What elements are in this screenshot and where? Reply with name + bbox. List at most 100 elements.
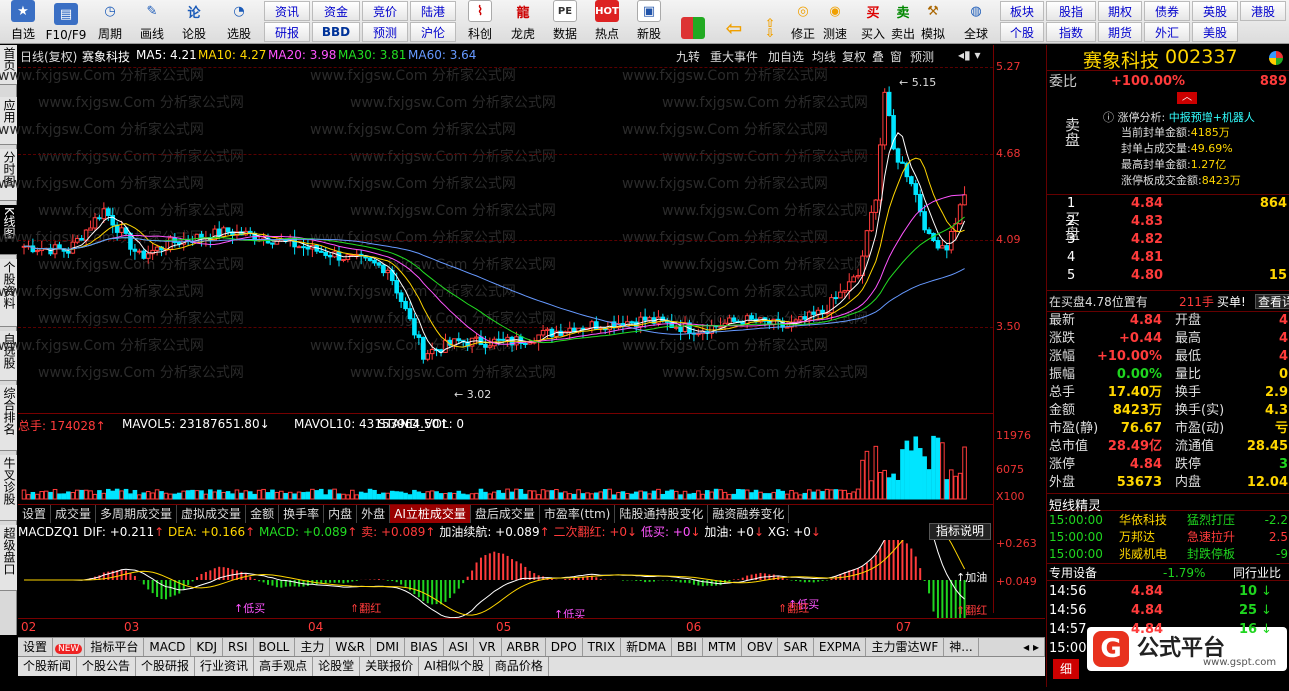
indicator-explain-button[interactable]: 指标说明 [929, 523, 992, 540]
news-tab-expert[interactable]: 高手观点 [254, 657, 314, 676]
ind-tab-expma[interactable]: EXPMA [814, 638, 867, 657]
ind-tab-new-dma[interactable]: 新DMA [621, 638, 672, 657]
vol-tab-outer[interactable]: 外盘 [357, 505, 391, 523]
grid-us[interactable]: 美股 [1192, 22, 1238, 42]
news-tab-forum[interactable]: 论股堂 [313, 657, 361, 676]
ind-tab-kdj[interactable]: KDJ [191, 638, 223, 657]
vol-tab-margin[interactable]: 融资融券变化 [708, 505, 790, 523]
back-button[interactable]: ⇦ [716, 0, 752, 44]
grid-forecast[interactable]: 预测 [362, 22, 408, 42]
ind-tab-bbi[interactable]: BBI [672, 638, 703, 657]
pick-stock-button[interactable]: ◔ 选股 [218, 0, 260, 44]
star-board-button[interactable]: ⌇ 科创 [460, 0, 500, 44]
news-tab-industry[interactable]: 行业资讯 [195, 657, 255, 676]
draw-button[interactable]: ✎ 画线 [134, 0, 170, 44]
vol-tab-northbound[interactable]: 陆股通持股变化 [615, 505, 709, 523]
ind-tab-main-force[interactable]: 主力 [295, 638, 331, 657]
ind-tab-mtm[interactable]: MTM [703, 638, 742, 657]
vol-tab-after-hours[interactable]: 盘后成交量 [471, 505, 540, 523]
detail-tab[interactable]: 细 [1053, 659, 1079, 679]
global-button[interactable]: ◍ 全球 [956, 0, 996, 44]
tab-diagnosis[interactable]: 牛叉诊股 [0, 455, 17, 521]
new-stock-button[interactable]: ▣ 新股 [630, 0, 668, 44]
chart-nav-icon[interactable]: ◂▮ ▾ [958, 48, 980, 62]
ind-tab-more[interactable]: 神... [944, 638, 979, 657]
correct-button[interactable]: ◎ 修正 [788, 0, 818, 44]
news-tab-stock-news[interactable]: 个股新闻 [18, 657, 78, 676]
ind-tab-macd[interactable]: MACD [144, 638, 192, 657]
data-button[interactable]: PE 数据 [546, 0, 584, 44]
news-tab-commodity[interactable]: 商品价格 [490, 657, 549, 676]
view-detail-button[interactable]: 查看详 [1255, 294, 1289, 309]
grid-index[interactable]: 指数 [1046, 22, 1096, 42]
grid-uk[interactable]: 英股 [1192, 1, 1238, 21]
short-line-row[interactable]: 15:00:00 兆威机电 封跌停板 -9 [1047, 545, 1289, 563]
vol-tab-pe[interactable]: 市盈率(ttm) [540, 505, 616, 523]
vol-tab-multi-period[interactable]: 多周期成交量 [96, 505, 178, 523]
vol-tab-amount[interactable]: 金额 [246, 505, 280, 523]
bid-row[interactable]: 3 4.82 [1047, 231, 1289, 249]
ind-tab-arbr[interactable]: ARBR [502, 638, 546, 657]
simulate-button[interactable]: ⚒ 模拟 [918, 0, 948, 44]
grid-hk[interactable]: 港股 [1240, 1, 1286, 21]
vol-tab-inner[interactable]: 内盘 [324, 505, 358, 523]
news-tab-ai-similar[interactable]: AI相似个股 [419, 657, 490, 676]
ind-tab-vr[interactable]: VR [474, 638, 502, 657]
ind-tab-bias[interactable]: BIAS [405, 638, 444, 657]
ind-tab-rsi[interactable]: RSI [223, 638, 254, 657]
ind-tab-platform[interactable]: 指标平台 [85, 638, 145, 657]
grid-shanghai-london[interactable]: 沪伦 [410, 22, 456, 42]
grid-futures[interactable]: 期货 [1098, 22, 1142, 42]
grid-auction[interactable]: 竞价 [362, 1, 408, 21]
grid-stock[interactable]: 个股 [1000, 22, 1044, 42]
collapse-icon[interactable]: ︿ [1177, 92, 1197, 104]
vol-tab-settings[interactable]: 设置 [18, 505, 52, 523]
vol-tab-virtual[interactable]: 虚拟成交量 [177, 505, 247, 523]
grid-forex[interactable]: 外汇 [1144, 22, 1190, 42]
grid-hk-connect[interactable]: 陆港 [410, 1, 456, 21]
favorites-button[interactable]: ★ 自选 [6, 0, 40, 44]
grid-sector[interactable]: 板块 [1000, 1, 1044, 21]
grid-index-futures[interactable]: 股指 [1046, 1, 1096, 21]
up-down-button[interactable]: ⇧ ⇩ [756, 0, 784, 44]
industry-name[interactable]: 专用设备 [1049, 564, 1097, 582]
ind-tab-dpo[interactable]: DPO [546, 638, 583, 657]
short-line-row[interactable]: 15:00:00 万邦达 急速拉升 2.5 [1047, 528, 1289, 546]
short-line-row[interactable]: 15:00:00 华依科技 猛烈打压 -2.2 [1047, 511, 1289, 529]
layout-button[interactable] [676, 0, 710, 44]
grid-bbd[interactable]: BBD [312, 22, 360, 42]
grid-options[interactable]: 期权 [1098, 1, 1142, 21]
bid-row[interactable]: 1 4.84 864 [1047, 195, 1289, 213]
bid-row[interactable]: 4 4.81 [1047, 249, 1289, 267]
bid-row[interactable]: 2 4.83 [1047, 213, 1289, 231]
ind-tab-asi[interactable]: ASI [444, 638, 475, 657]
news-tab-announce[interactable]: 个股公告 [77, 657, 137, 676]
vol-tab-ai[interactable]: AI立桩成交量 [390, 505, 471, 523]
ind-tab-boll[interactable]: BOLL [254, 638, 296, 657]
tab-scroll-arrows[interactable]: ◂ ▸ [1018, 638, 1045, 657]
ind-tab-sar[interactable]: SAR [778, 638, 814, 657]
f10-button[interactable]: ▤ F10/F9 [44, 0, 88, 44]
ind-tab-dmi[interactable]: DMI [371, 638, 406, 657]
chart-area[interactable]: www.fxjgsw.Com 分析家公式网 www.fxjgsw.Com 分析家公… [0, 45, 1045, 635]
dragon-tiger-button[interactable]: 龍龙虎 [504, 0, 542, 44]
vol-tab-volume[interactable]: 成交量 [51, 505, 97, 523]
pie-icon[interactable] [1269, 51, 1283, 65]
grid-report[interactable]: 研报 [264, 22, 310, 42]
buy-button[interactable]: 买买入 [858, 0, 888, 44]
sell-button[interactable]: 卖卖出 [888, 0, 918, 44]
hotspot-button[interactable]: HOT 热点 [588, 0, 626, 44]
tab-super-book[interactable]: 超级盘口 [0, 525, 17, 591]
bid-row[interactable]: 5 4.80 15 [1047, 267, 1289, 285]
ind-tab-trix[interactable]: TRIX [583, 638, 622, 657]
ind-tab-obv[interactable]: OBV [742, 638, 779, 657]
ind-tab-settings[interactable]: 设置 [18, 638, 54, 657]
vol-tab-turnover[interactable]: 换手率 [279, 505, 325, 523]
grid-news[interactable]: 资讯 [264, 1, 310, 21]
industry-compare-link[interactable]: 同行业比 [1233, 564, 1281, 582]
tab-ranking[interactable]: 综合排名 [0, 385, 17, 451]
news-tab-research[interactable]: 个股研报 [136, 657, 196, 676]
grid-bonds[interactable]: 债券 [1144, 1, 1190, 21]
news-tab-related[interactable]: 关联报价 [360, 657, 420, 676]
ind-tab-wr[interactable]: W&R [330, 638, 371, 657]
